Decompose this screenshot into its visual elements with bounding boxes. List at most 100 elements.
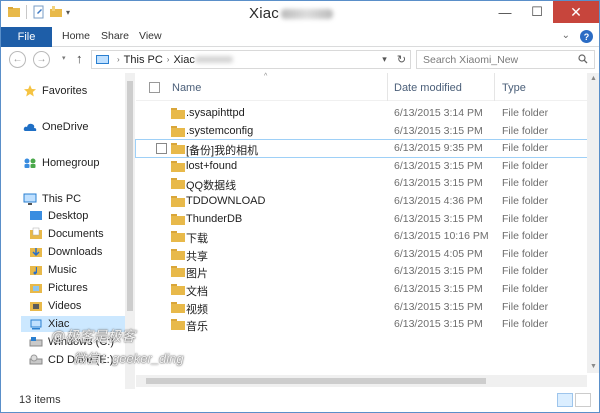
file-type: File folder — [502, 212, 549, 225]
ribbon-expand-icon[interactable]: ⌄ — [562, 30, 570, 43]
folder-icon — [171, 248, 185, 260]
file-name: 视频 — [186, 303, 208, 316]
file-row[interactable]: .systemconfig 6/13/2015 3:15 PM File folde… — [136, 123, 587, 140]
file-row[interactable]: [备份]我的相机 6/13/2015 9:35 PM File folder — [135, 139, 588, 159]
nav-onedrive[interactable]: OneDrive — [23, 119, 88, 135]
search-input[interactable]: Search Xiaomi_New — [416, 50, 595, 69]
ribbon-right-controls: ⌄ ? — [562, 30, 593, 43]
music-icon — [30, 266, 42, 275]
close-button[interactable]: ✕ — [553, 1, 599, 23]
scroll-down-icon[interactable]: ▼ — [590, 363, 597, 370]
search-placeholder: Search Xiaomi_New — [423, 53, 519, 66]
window-controls: — ☐ ✕ — [489, 1, 599, 23]
drive-icon — [29, 337, 43, 347]
file-row[interactable]: TDDOWNLOAD 6/13/2015 4:36 PM File folder — [136, 193, 587, 210]
column-type[interactable]: Type — [502, 82, 526, 94]
file-type: File folder — [502, 247, 549, 260]
file-row[interactable]: .sysapihttpd 6/13/2015 3:14 PM File folder — [136, 105, 587, 122]
file-date-modified: 6/13/2015 3:15 PM — [394, 300, 483, 313]
breadcrumb-chevron-icon[interactable]: › — [117, 55, 120, 64]
nav-this-pc[interactable]: This PC — [23, 191, 81, 207]
homegroup-icon — [24, 158, 36, 168]
folder-icon — [171, 178, 185, 190]
search-icon[interactable] — [578, 54, 588, 64]
file-row[interactable]: lost+found 6/13/2015 3:15 PM File folder — [136, 158, 587, 175]
file-name: QQ数据线 — [186, 180, 237, 193]
file-date-modified: 6/13/2015 3:15 PM — [394, 124, 483, 137]
tab-file[interactable]: File — [1, 27, 52, 47]
videos-icon — [30, 302, 42, 311]
select-all-checkbox[interactable] — [149, 82, 160, 93]
file-row[interactable]: 图片 6/13/2015 3:15 PM File folder — [136, 263, 587, 280]
file-name: lost+found — [186, 159, 238, 172]
maximize-button[interactable]: ☐ — [521, 1, 553, 23]
folder-app-icon[interactable] — [7, 5, 21, 19]
star-icon — [24, 85, 36, 97]
large-icons-view-icon[interactable] — [575, 393, 591, 407]
nav-music[interactable]: Music — [29, 262, 77, 278]
explorer-window: ▾ Xiac — ☐ ✕ File Home Share View ⌄ ? ← … — [0, 0, 600, 413]
file-name: 文档 — [186, 286, 208, 298]
file-row[interactable]: 下载 6/13/2015 10:16 PM File folder — [136, 228, 587, 245]
tab-share[interactable]: Share — [101, 30, 129, 42]
nav-pictures[interactable]: Pictures — [29, 280, 88, 296]
tab-home[interactable]: Home — [62, 30, 90, 42]
file-date-modified: 6/13/2015 3:15 PM — [394, 159, 483, 172]
nav-documents[interactable]: Documents — [29, 226, 104, 242]
file-name: 下载 — [186, 233, 208, 246]
folder-icon — [171, 196, 185, 207]
breadcrumb-this-pc[interactable]: This PC — [124, 54, 163, 66]
downloads-icon — [30, 248, 42, 257]
file-row[interactable]: 共享 6/13/2015 4:05 PM File folder — [136, 246, 587, 263]
recent-locations-icon[interactable]: ▾ — [62, 54, 66, 62]
forward-button[interactable]: → — [33, 51, 50, 68]
column-date-modified[interactable]: Date modified — [394, 82, 462, 94]
desktop-icon — [30, 211, 42, 220]
help-icon[interactable]: ? — [580, 30, 593, 43]
new-folder-icon[interactable] — [49, 5, 63, 19]
title-redaction — [280, 9, 333, 20]
file-name: TDDOWNLOAD — [186, 195, 266, 207]
column-divider[interactable] — [387, 73, 388, 101]
row-checkbox[interactable] — [156, 143, 167, 155]
nav-homegroup[interactable]: Homegroup — [23, 155, 99, 171]
folder-icon — [171, 284, 185, 295]
properties-icon[interactable] — [32, 5, 46, 19]
file-list-scrollbar[interactable]: ▲ ▼ — [587, 73, 599, 373]
file-row[interactable]: 视频 6/13/2015 3:15 PM File folder — [136, 299, 587, 316]
qat-customize-icon[interactable]: ▾ — [66, 8, 70, 17]
pc-icon — [96, 55, 109, 64]
file-row[interactable]: 文档 6/13/2015 3:15 PM File folder — [136, 281, 587, 298]
file-list: ^ Name Date modified Type .sysapihttpd 6/… — [135, 73, 588, 389]
file-row[interactable]: 音乐 6/13/2015 3:15 PM File folder — [136, 316, 587, 333]
file-row[interactable]: QQ数据线 6/13/2015 3:15 PM File folder — [136, 175, 587, 192]
back-button[interactable]: ← — [9, 51, 26, 68]
quick-access-toolbar: ▾ — [7, 5, 70, 19]
up-button[interactable]: ↑ — [76, 51, 83, 66]
title-bar: ▾ Xiac — ☐ ✕ — [1, 1, 599, 27]
scroll-up-icon[interactable]: ▲ — [590, 75, 597, 82]
file-name: ThunderDB — [186, 212, 243, 225]
address-bar[interactable]: › This PC › Xiac ▾ ↻ — [91, 50, 411, 69]
nav-desktop[interactable]: Desktop — [29, 208, 88, 224]
breadcrumb-chevron-icon[interactable]: › — [167, 55, 170, 64]
file-date-modified: 6/13/2015 3:15 PM — [394, 283, 483, 295]
horizontal-scrollbar[interactable] — [136, 375, 587, 387]
address-dropdown-icon[interactable]: ▾ — [376, 54, 393, 65]
address-actions: ▾ ↻ — [376, 51, 410, 68]
tab-view[interactable]: View — [139, 30, 162, 42]
details-view-icon[interactable] — [557, 393, 573, 407]
file-row[interactable]: ThunderDB 6/13/2015 3:15 PM File folder — [136, 211, 587, 228]
hscroll-thumb[interactable] — [146, 378, 486, 384]
nav-favorites[interactable]: Favorites — [23, 83, 87, 99]
file-type: File folder — [502, 159, 549, 172]
column-divider[interactable] — [494, 73, 495, 101]
file-name: 音乐 — [186, 321, 208, 334]
column-name[interactable]: Name — [172, 82, 201, 94]
nav-downloads[interactable]: Downloads — [29, 244, 102, 260]
refresh-icon[interactable]: ↻ — [393, 53, 410, 66]
breadcrumb-device[interactable]: Xiac — [173, 54, 194, 66]
nav-videos[interactable]: Videos — [29, 298, 81, 314]
nav-scroll-thumb[interactable] — [127, 81, 133, 311]
minimize-button[interactable]: — — [489, 1, 521, 23]
